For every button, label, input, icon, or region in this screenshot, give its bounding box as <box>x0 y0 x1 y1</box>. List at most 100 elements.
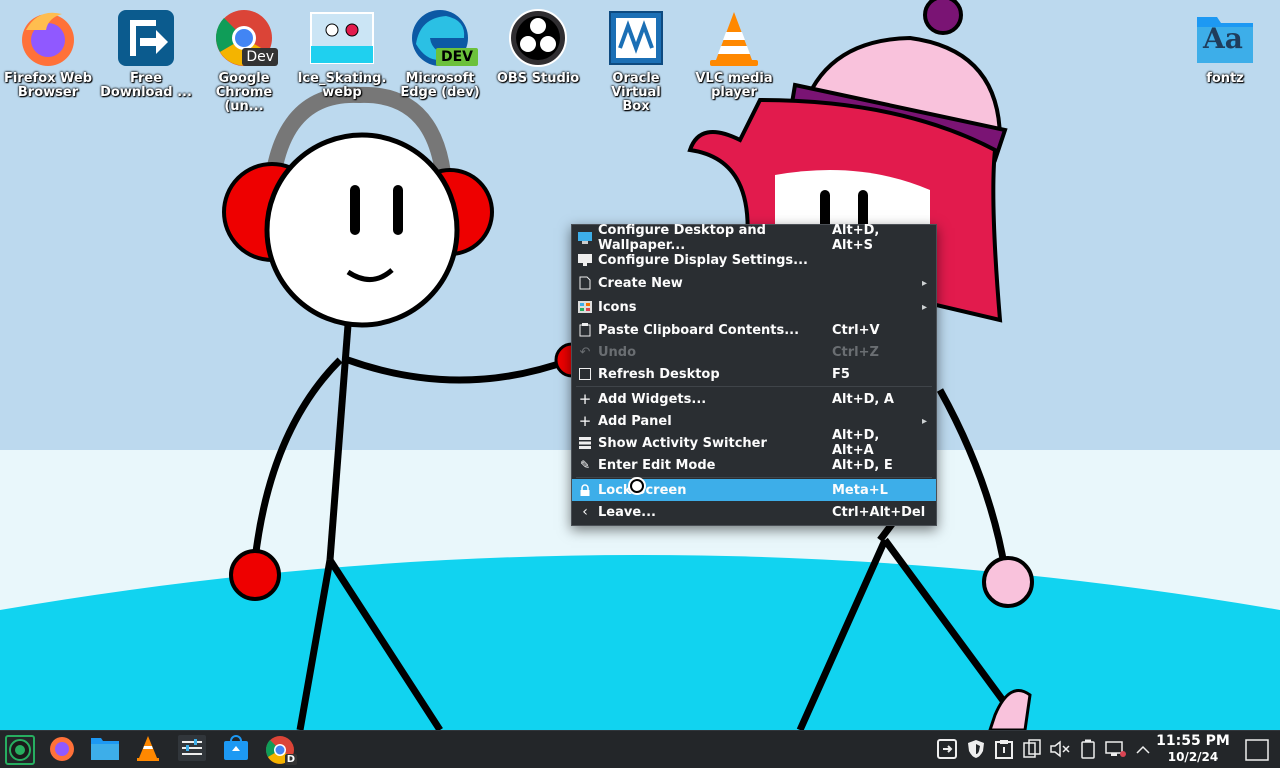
menu-item-create-new[interactable]: Create New ▸ <box>572 271 936 295</box>
desktop-icon-label: Microsoft Edge (dev) <box>400 71 480 100</box>
menu-item-label: Configure Display Settings... <box>598 252 808 268</box>
menu-item-shortcut: Meta+L <box>832 482 888 498</box>
leave-icon: ‹ <box>582 504 588 520</box>
desktop-icon-edge-dev[interactable]: DEV Microsoft Edge (dev) <box>392 6 488 100</box>
chrome-dev-icon: Dev <box>212 6 278 70</box>
chrome-dev-badge: Dev <box>242 48 278 66</box>
desktop-icon-free-download-manager[interactable]: Free Download ... <box>98 6 194 100</box>
menu-item-configure-desktop[interactable]: Configure Desktop and Wallpaper... Alt+D… <box>572 223 936 253</box>
desktop-icon-label: Free Download ... <box>100 71 192 100</box>
menu-separator <box>576 386 932 387</box>
clipboard-history-icon[interactable] <box>1021 738 1043 760</box>
desktop-icon-fontz-folder[interactable]: Aa fontz <box>1177 6 1273 86</box>
menu-item-label: Paste Clipboard Contents... <box>598 322 800 338</box>
undo-icon: ↶ <box>579 344 591 360</box>
add-icon: + <box>578 412 592 430</box>
desktop-icon-ice-skating-webp[interactable]: Ice_Skating. webp <box>294 6 390 100</box>
battery-icon[interactable] <box>1077 738 1099 760</box>
clipboard-tray-icon[interactable] <box>993 738 1015 760</box>
add-icon: + <box>578 390 592 408</box>
obs-icon <box>506 6 570 70</box>
edge-dev-badge: DEV <box>435 48 478 66</box>
taskbar-system-settings-button[interactable] <box>174 733 210 767</box>
menu-separator <box>576 477 932 478</box>
menu-item-enter-edit-mode[interactable]: ✎ Enter Edit Mode Alt+D, E <box>572 454 936 476</box>
menu-item-configure-display[interactable]: Configure Display Settings... <box>572 249 936 271</box>
menu-item-shortcut: Ctrl+Alt+Del <box>832 504 926 520</box>
menu-item-paste[interactable]: Paste Clipboard Contents... Ctrl+V <box>572 319 936 341</box>
menu-item-label: Show Activity Switcher <box>598 435 767 451</box>
menu-item-shortcut: Ctrl+V <box>832 322 880 338</box>
network-icon[interactable] <box>1105 738 1127 760</box>
menu-item-activity-switcher[interactable]: Show Activity Switcher Alt+D, Alt+A <box>572 428 936 458</box>
menu-item-label: Refresh Desktop <box>598 366 720 382</box>
digital-clock[interactable]: 11:55 PM 10/2/24 <box>1150 732 1236 765</box>
system-settings-icon <box>178 735 206 765</box>
lock-icon <box>572 479 598 501</box>
desktop-icon-firefox[interactable]: Firefox Web Browser <box>0 6 96 100</box>
desktop-icon-virtualbox[interactable]: Oracle Virtual Box <box>588 6 684 114</box>
menu-item-label: Add Panel <box>598 413 672 429</box>
chrome-dev-icon: D <box>265 735 297 765</box>
show-desktop-icon <box>1245 739 1269 761</box>
volume-muted-icon[interactable] <box>1049 738 1071 760</box>
menu-item-shortcut: F5 <box>832 366 850 382</box>
mouse-cursor <box>628 477 646 495</box>
menu-item-label: Leave... <box>598 504 656 520</box>
desktop-icon-label: OBS Studio <box>496 71 580 86</box>
taskbar-vlc-button[interactable] <box>130 733 166 767</box>
menu-item-icons[interactable]: Icons ▸ <box>572 295 936 319</box>
file-manager-icon <box>90 735 120 765</box>
app-launcher-button[interactable] <box>2 733 38 767</box>
paste-icon <box>572 319 598 341</box>
submenu-arrow-icon: ▸ <box>922 277 928 289</box>
free-download-manager-tray-icon[interactable] <box>936 738 958 760</box>
desktop-icon-chrome-dev[interactable]: Dev Google Chrome (un... <box>196 6 292 114</box>
taskbar-firefox-button[interactable] <box>44 733 80 767</box>
app-launcher-icon <box>5 735 35 765</box>
show-desktop-button[interactable] <box>1244 737 1270 763</box>
edge-dev-icon: DEV <box>408 6 478 70</box>
taskbar-file-manager-button[interactable] <box>87 733 123 767</box>
menu-item-label: Icons <box>598 299 637 315</box>
taskbar-discover-button[interactable] <box>218 733 254 767</box>
menu-item-leave[interactable]: ‹ Leave... Ctrl+Alt+Del <box>572 501 936 523</box>
desktop-icon-vlc[interactable]: VLC media player <box>686 6 782 100</box>
folder-glyph: Aa <box>1203 22 1243 55</box>
menu-item-label: Enter Edit Mode <box>598 457 716 473</box>
menu-item-label: Add Widgets... <box>598 391 707 407</box>
menu-item-label: Undo <box>598 344 637 360</box>
chrome-dev-badge: D <box>284 754 297 765</box>
desktop-icon-label: Firefox Web Browser <box>3 71 93 100</box>
clock-date: 10/2/24 <box>1167 750 1219 764</box>
desktop-icon-label: VLC media player <box>695 71 773 100</box>
folder-fonts-icon: Aa <box>1193 6 1257 70</box>
desktop-icon-obs-studio[interactable]: OBS Studio <box>490 6 586 86</box>
desktop-context-menu: Configure Desktop and Wallpaper... Alt+D… <box>571 223 937 526</box>
firefox-icon <box>48 734 76 766</box>
image-file-icon <box>310 6 374 70</box>
menu-item-lock-screen[interactable]: Lock Screen Meta+L <box>572 479 936 501</box>
menu-item-shortcut: Ctrl+Z <box>832 344 879 360</box>
new-file-icon <box>572 271 598 295</box>
desktop-icon-label: Ice_Skating. webp <box>297 71 387 100</box>
submenu-arrow-icon: ▸ <box>922 301 928 313</box>
clock-time: 11:55 PM <box>1156 733 1230 749</box>
menu-item-shortcut: Alt+D, E <box>832 457 893 473</box>
display-icon <box>572 249 598 271</box>
submenu-arrow-icon: ▸ <box>922 415 928 427</box>
menu-item-shortcut: Alt+D, A <box>832 391 894 407</box>
taskbar-chrome-dev-button[interactable]: D <box>262 733 298 767</box>
vlc-icon <box>134 734 162 766</box>
desktop-icon-label: Oracle Virtual Box <box>611 71 661 114</box>
icons-view-icon <box>572 295 598 319</box>
menu-item-undo: ↶ Undo Ctrl+Z <box>572 341 936 363</box>
shield-tray-icon[interactable] <box>965 738 987 760</box>
taskbar-panel: D 11:55 PM 10/2/24 <box>0 730 1280 768</box>
virtualbox-icon <box>604 6 668 70</box>
menu-item-add-widgets[interactable]: + Add Widgets... Alt+D, A <box>572 388 936 410</box>
configure-desktop-icon <box>572 227 598 249</box>
discover-store-icon <box>223 735 249 765</box>
menu-item-refresh-desktop[interactable]: Refresh Desktop F5 <box>572 363 936 385</box>
vlc-icon <box>702 6 766 70</box>
